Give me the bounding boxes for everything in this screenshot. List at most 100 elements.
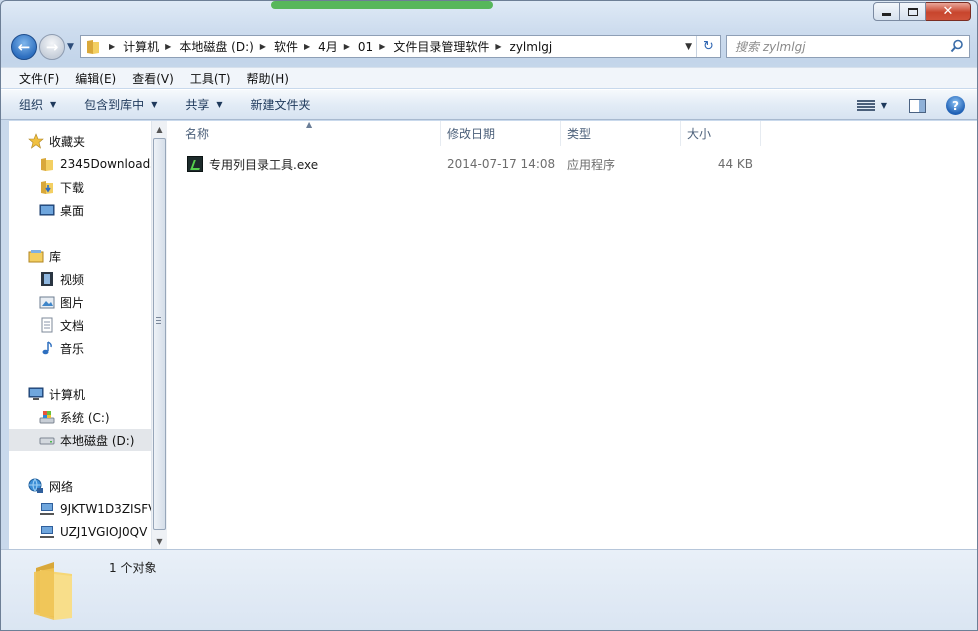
forward-button[interactable]: → (39, 34, 65, 60)
computer-icon (28, 387, 44, 400)
nav-item-drive-c[interactable]: 系统 (C:) (9, 406, 110, 428)
recent-pages-dropdown[interactable]: ▼ (67, 42, 74, 52)
chevron-right-icon[interactable]: ▶ (260, 42, 266, 51)
video-icon (41, 272, 53, 286)
search-box[interactable]: 搜索 zylmlgj (726, 35, 970, 58)
file-type: 应用程序 (567, 157, 616, 172)
library-icon (28, 250, 44, 263)
breadcrumb-01[interactable]: 01 (358, 40, 373, 54)
file-name: 专用列目录工具.exe (209, 157, 319, 172)
maximize-icon (907, 7, 918, 16)
column-header-name[interactable]: 名称 (185, 121, 209, 146)
music-icon (42, 341, 52, 355)
file-size: 44 KB (717, 157, 753, 171)
network-icon (28, 478, 43, 493)
chevron-right-icon[interactable]: ▶ (495, 42, 501, 51)
column-header-modified[interactable]: 修改日期 (447, 121, 495, 146)
star-icon (28, 133, 44, 149)
column-header-size[interactable]: 大小 (687, 121, 711, 146)
nav-item-label: 音乐 (60, 341, 85, 356)
nav-favorites-label: 收藏夹 (49, 134, 86, 149)
refresh-button[interactable]: ↻ (696, 36, 720, 57)
nav-item-label: 文档 (60, 318, 85, 333)
search-input[interactable]: 搜索 zylmlgj (735, 38, 806, 55)
nav-item-label: 图片 (60, 295, 85, 310)
new-folder-button[interactable]: 新建文件夹 (251, 96, 311, 113)
minimize-button[interactable] (873, 2, 900, 21)
nav-computer-label: 计算机 (49, 387, 86, 402)
nav-item-label: UZJ1VGIOJ0QV (60, 525, 148, 539)
menu-edit[interactable]: 编辑(E) (67, 70, 124, 87)
nav-item-desktop[interactable]: 桌面 (9, 199, 84, 221)
nav-network[interactable]: 网络 (9, 475, 73, 497)
breadcrumb-drive-d[interactable]: 本地磁盘 (D:) (179, 38, 253, 55)
menu-tools[interactable]: 工具(T) (182, 70, 239, 87)
chevron-right-icon[interactable]: ▶ (109, 42, 115, 51)
scroll-thumb[interactable] (153, 138, 166, 530)
breadcrumb-zylmlgj[interactable]: zylmlgj (510, 40, 553, 54)
include-in-library-button[interactable]: 包含到库中 ▼ (84, 96, 157, 113)
share-label: 共享 (185, 98, 210, 112)
chevron-right-icon[interactable]: ▶ (304, 42, 310, 51)
scroll-up-icon[interactable]: ▲ (152, 121, 167, 137)
view-details-icon[interactable] (856, 99, 875, 113)
chevron-down-icon: ▼ (151, 100, 158, 109)
chevron-down-icon[interactable]: ▼ (881, 101, 887, 110)
preview-pane-icon[interactable] (909, 98, 926, 113)
folder-icon (87, 39, 99, 54)
share-button[interactable]: 共享 ▼ (185, 96, 222, 113)
explorer-window: ✕ ← → ▼ ▶ 计算机 ▶ 本地磁盘 (D:) ▶ 软件 ▶ 4月 ▶ 01… (0, 0, 978, 631)
menu-help[interactable]: 帮助(H) (239, 70, 297, 87)
organize-label: 组织 (19, 98, 44, 112)
system-drive-icon (39, 411, 55, 424)
column-header-type[interactable]: 类型 (567, 121, 591, 146)
nav-item-2345downloads[interactable]: 2345Downloads (9, 153, 151, 175)
refresh-icon: ↻ (703, 39, 714, 54)
address-history-dropdown[interactable]: ▼ (685, 42, 692, 52)
nav-item-host-1[interactable]: 9JKTW1D3ZISFV (9, 498, 151, 520)
column-divider[interactable] (680, 121, 681, 146)
nav-favorites[interactable]: 收藏夹 (9, 130, 85, 152)
chevron-right-icon[interactable]: ▶ (344, 42, 350, 51)
nav-item-videos[interactable]: 视频 (9, 268, 84, 290)
help-icon[interactable]: ? (946, 96, 965, 115)
nav-item-documents[interactable]: 文档 (9, 314, 84, 336)
column-divider[interactable] (560, 121, 561, 146)
search-icon[interactable] (950, 39, 964, 53)
nav-item-label: 9JKTW1D3ZISFV (60, 502, 151, 516)
nav-item-host-2[interactable]: UZJ1VGIOJ0QV (9, 521, 147, 543)
column-divider[interactable] (760, 121, 761, 146)
nav-item-label: 本地磁盘 (D:) (60, 433, 135, 448)
breadcrumb-file-manager[interactable]: 文件目录管理软件 (393, 38, 489, 55)
nav-computer[interactable]: 计算机 (9, 383, 85, 405)
nav-libraries[interactable]: 库 (9, 245, 61, 267)
column-divider[interactable] (440, 121, 441, 146)
executable-icon (187, 156, 203, 172)
file-name-cell[interactable]: 专用列目录工具.exe (187, 153, 318, 175)
nav-item-music[interactable]: 音乐 (9, 337, 84, 359)
caption-buttons: ✕ (873, 2, 971, 21)
breadcrumb-computer[interactable]: 计算机 (123, 38, 159, 55)
close-button[interactable]: ✕ (926, 2, 971, 21)
address-bar[interactable]: ▶ 计算机 ▶ 本地磁盘 (D:) ▶ 软件 ▶ 4月 ▶ 01 ▶ 文件目录管… (80, 35, 721, 58)
nav-libraries-label: 库 (49, 249, 62, 264)
navigation-scrollbar[interactable]: ▲ ▼ (151, 121, 167, 549)
breadcrumb-april[interactable]: 4月 (318, 38, 338, 55)
network-computer-icon (40, 526, 54, 538)
nav-item-downloads[interactable]: 下载 (9, 176, 84, 198)
back-button[interactable]: ← (11, 34, 37, 60)
scroll-down-icon[interactable]: ▼ (152, 533, 167, 549)
nav-item-pictures[interactable]: 图片 (9, 291, 84, 313)
nav-item-label: 下载 (60, 180, 85, 195)
nav-item-drive-d[interactable]: 本地磁盘 (D:) (9, 429, 151, 451)
chevron-right-icon[interactable]: ▶ (379, 42, 385, 51)
chevron-right-icon[interactable]: ▶ (165, 42, 171, 51)
breadcrumb-software[interactable]: 软件 (274, 38, 298, 55)
back-arrow-icon: ← (17, 38, 31, 56)
organize-button[interactable]: 组织 ▼ (19, 96, 56, 113)
maximize-button[interactable] (900, 2, 926, 21)
pictures-icon (39, 296, 55, 309)
desktop-icon (39, 204, 55, 216)
menu-file[interactable]: 文件(F) (11, 70, 67, 87)
menu-view[interactable]: 查看(V) (124, 70, 182, 87)
